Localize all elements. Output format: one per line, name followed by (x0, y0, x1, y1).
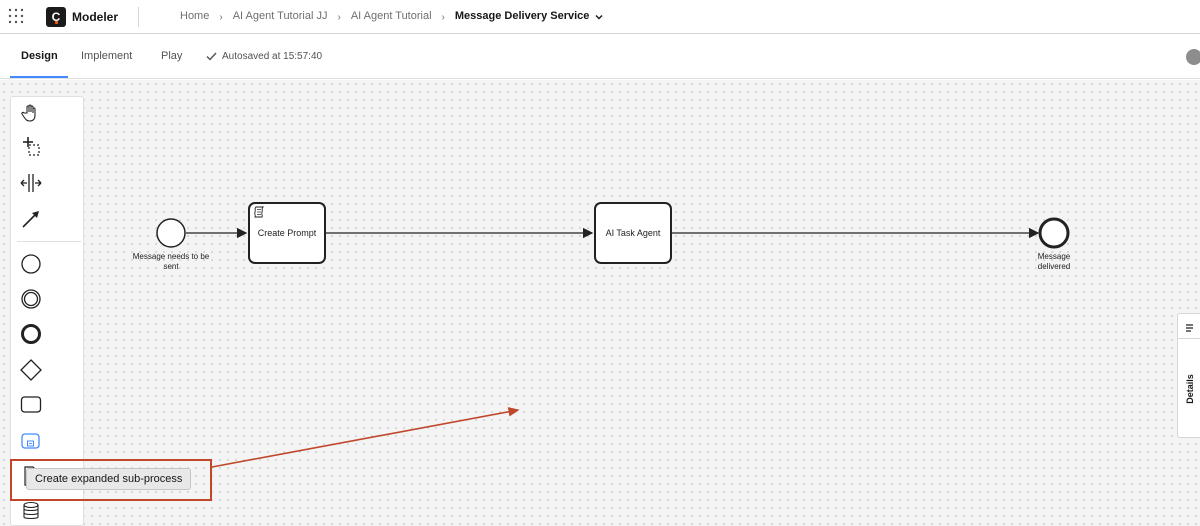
palette-tooltip: Create expanded sub-process (26, 468, 192, 490)
annotation-arrow (211, 407, 520, 468)
